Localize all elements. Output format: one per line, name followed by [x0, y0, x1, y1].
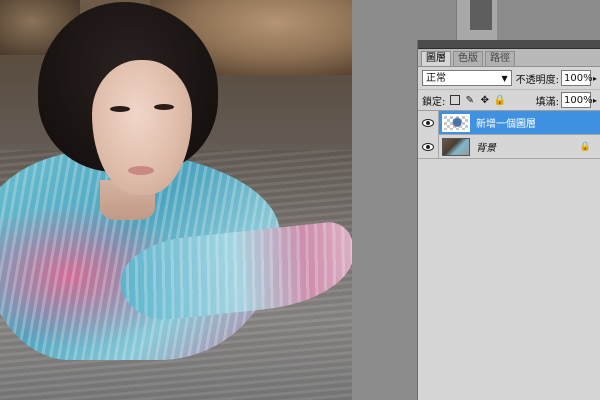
- layer-thumbnail: [442, 113, 470, 132]
- document-canvas[interactable]: [0, 0, 352, 400]
- fill-input[interactable]: 100%: [560, 92, 593, 108]
- layer-name[interactable]: 背景: [476, 139, 496, 154]
- visibility-eye-icon[interactable]: [418, 110, 439, 135]
- blend-mode-select[interactable]: 正常 ▼: [422, 70, 512, 86]
- photo-eye-right: [154, 104, 174, 110]
- lock-all-icon[interactable]: 🔒: [494, 95, 506, 106]
- panel-title-bar[interactable]: [418, 40, 600, 49]
- layer-row[interactable]: 新增一個圖層: [418, 110, 600, 135]
- blend-opacity-row: 正常 ▼ 不透明度: 100% ▸: [418, 67, 600, 89]
- panel-tabbar: 圖層 色版 路徑: [418, 49, 600, 67]
- layer-thumbnail: [442, 137, 470, 156]
- fill-slider-arrow-icon[interactable]: ▸: [593, 96, 597, 105]
- fill-label: 填滿:: [535, 96, 559, 108]
- opacity-input[interactable]: 100%: [560, 70, 593, 86]
- opacity-label: 不透明度:: [515, 74, 559, 86]
- lock-transparent-icon[interactable]: [449, 95, 460, 106]
- visibility-eye-icon[interactable]: [418, 134, 439, 159]
- chevron-down-icon: ▼: [501, 74, 508, 83]
- layer-name[interactable]: 新增一個圖層: [476, 115, 536, 130]
- opacity-slider-arrow-icon[interactable]: ▸: [593, 74, 597, 83]
- layer-lock-icon: 🔒: [579, 141, 591, 152]
- photo-eye-left: [110, 106, 130, 112]
- lock-label: 鎖定:: [422, 96, 446, 108]
- move-icon[interactable]: ✥: [479, 95, 490, 106]
- tab-layers[interactable]: 圖層: [421, 51, 451, 66]
- workspace-scroll-thumb[interactable]: [470, 0, 492, 30]
- brush-icon[interactable]: ✎: [464, 95, 475, 106]
- photo-lips: [128, 166, 154, 175]
- tab-channels[interactable]: 色版: [453, 51, 483, 66]
- layers-panel: 圖層 色版 路徑 正常 ▼ 不透明度: 100% ▸ 鎖定: ✎ ✥ 🔒 填滿:…: [417, 40, 600, 400]
- tab-paths[interactable]: 路徑: [485, 51, 515, 66]
- layer-row[interactable]: 背景 🔒: [418, 134, 600, 159]
- blend-mode-value: 正常: [426, 73, 446, 84]
- lock-fill-row: 鎖定: ✎ ✥ 🔒 填滿: 100% ▸: [418, 89, 600, 111]
